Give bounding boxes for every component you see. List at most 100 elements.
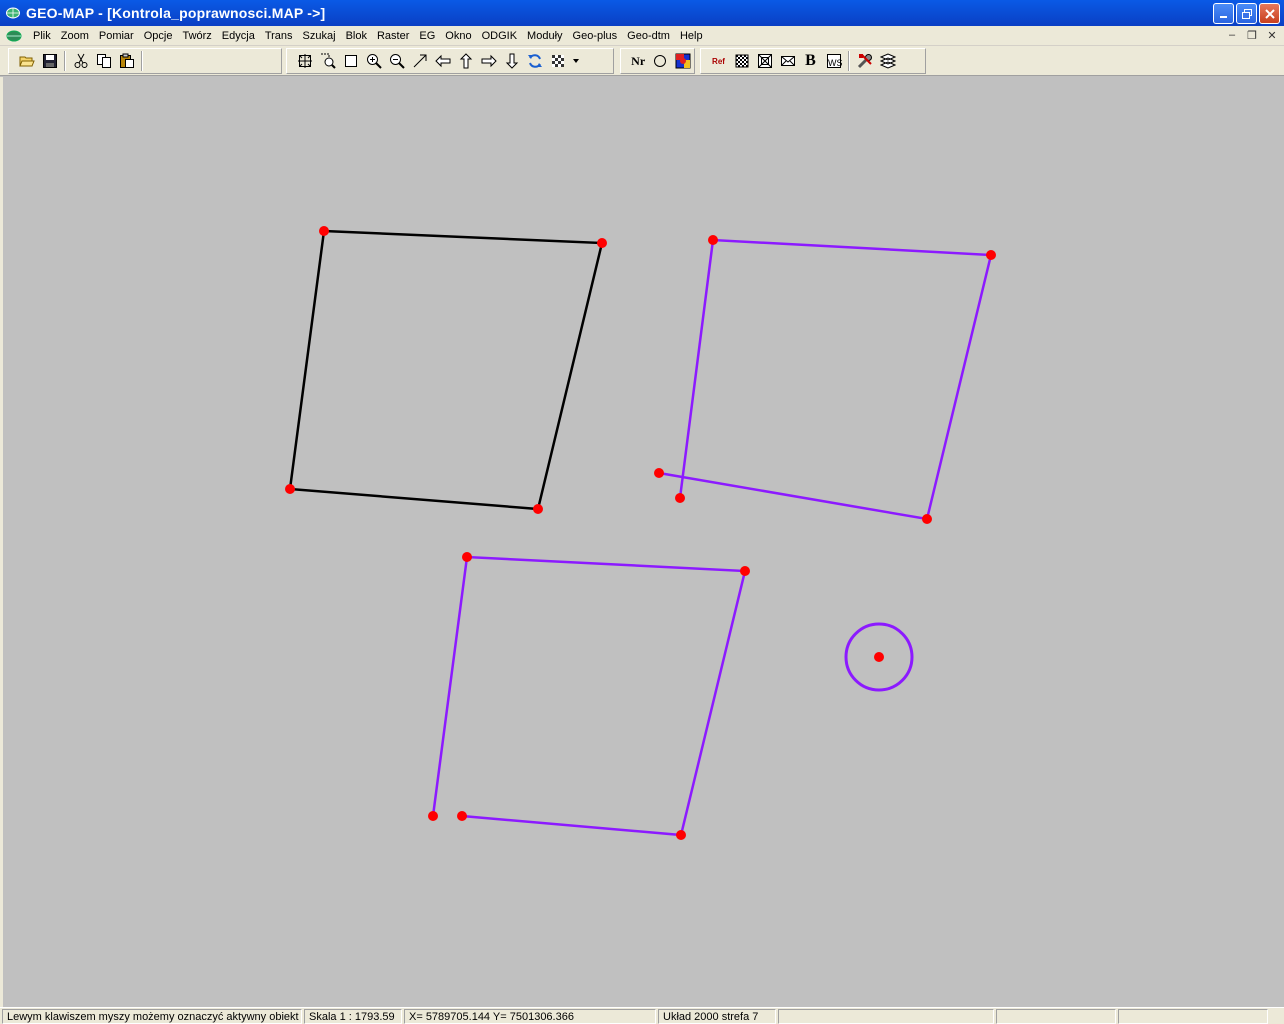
ref-button[interactable]: Ref xyxy=(707,50,730,72)
cut-icon[interactable] xyxy=(69,50,92,72)
menu-eg[interactable]: EG xyxy=(414,26,440,46)
bold-button[interactable]: B xyxy=(799,50,822,72)
dropdown-arrow-icon[interactable] xyxy=(569,50,583,72)
zoom-extents-icon[interactable] xyxy=(293,50,316,72)
close-button[interactable] xyxy=(1259,3,1280,24)
toolbar-file-group xyxy=(8,48,282,74)
tools-icon[interactable] xyxy=(853,50,876,72)
status-scale: Skala 1 : 1793.59 xyxy=(304,1008,402,1024)
status-panel-2 xyxy=(996,1008,1116,1024)
toolbar-separator xyxy=(64,51,66,71)
menu-pomiar[interactable]: Pomiar xyxy=(94,26,139,46)
window-controls xyxy=(1213,3,1280,24)
checker-icon[interactable] xyxy=(730,50,753,72)
polyline-purple-top-right[interactable] xyxy=(658,238,993,521)
menu-help[interactable]: Help xyxy=(675,26,708,46)
mdi-minimize-icon[interactable]: – xyxy=(1224,28,1240,42)
menu-opcje[interactable]: Opcje xyxy=(139,26,178,46)
menu-bar: Plik Zoom Pomiar Opcje Twórz Edycja Tran… xyxy=(0,26,1284,46)
window-title: GEO-MAP - [Kontrola_poprawnosci.MAP ->] xyxy=(26,5,326,21)
menu-szukaj[interactable]: Szukaj xyxy=(298,26,341,46)
pan-up-icon[interactable] xyxy=(454,50,477,72)
vertex-point[interactable] xyxy=(457,811,467,821)
minimize-icon xyxy=(1219,15,1227,18)
restore-button[interactable] xyxy=(1236,3,1257,24)
mdi-controls: – ❐ ✕ xyxy=(1224,28,1280,42)
copy-icon[interactable] xyxy=(92,50,115,72)
vertex-point[interactable] xyxy=(285,484,295,494)
toolbar-separator xyxy=(141,51,143,71)
status-coordinates: X= 5789705.144 Y= 7501306.366 xyxy=(404,1008,656,1024)
nr-label: Nr xyxy=(631,53,646,68)
pan-down-icon[interactable] xyxy=(500,50,523,72)
zoom-out-icon[interactable] xyxy=(385,50,408,72)
color-icon[interactable] xyxy=(672,50,694,72)
menu-plik[interactable]: Plik xyxy=(28,26,56,46)
zoom-window-icon[interactable] xyxy=(316,50,339,72)
vertex-point[interactable] xyxy=(533,504,543,514)
circle-center-point[interactable] xyxy=(874,652,884,662)
status-panel-3 xyxy=(1118,1008,1268,1024)
polygon-black[interactable] xyxy=(288,229,604,511)
menu-trans[interactable]: Trans xyxy=(260,26,298,46)
app-globe-icon xyxy=(5,5,21,21)
frame-icon[interactable] xyxy=(753,50,776,72)
menu-tworz[interactable]: Twórz xyxy=(177,26,216,46)
mdi-restore-icon[interactable]: ❐ xyxy=(1244,28,1260,42)
refresh-icon[interactable] xyxy=(523,50,546,72)
layers-icon[interactable] xyxy=(876,50,899,72)
vertex-point[interactable] xyxy=(654,468,664,478)
menu-geo-plus[interactable]: Geo-plus xyxy=(568,26,623,46)
restore-icon xyxy=(1241,8,1252,19)
bold-label: B xyxy=(805,52,816,69)
select-rect-icon[interactable] xyxy=(339,50,362,72)
toolbar-tools-group: Ref B WS xyxy=(700,48,926,74)
menu-edycja[interactable]: Edycja xyxy=(217,26,260,46)
save-icon[interactable] xyxy=(38,50,61,72)
menu-moduly[interactable]: Moduły xyxy=(522,26,567,46)
menu-blok[interactable]: Blok xyxy=(341,26,372,46)
vertex-group xyxy=(285,226,996,840)
vertex-point[interactable] xyxy=(462,552,472,562)
document-globe-icon[interactable] xyxy=(6,30,24,42)
map-drawing[interactable] xyxy=(3,77,1284,1007)
arrow-icon[interactable] xyxy=(408,50,431,72)
paste-icon[interactable] xyxy=(115,50,138,72)
nr-button[interactable]: Nr xyxy=(627,50,649,72)
zoom-in-icon[interactable] xyxy=(362,50,385,72)
menu-zoom[interactable]: Zoom xyxy=(56,26,94,46)
mdi-close-icon[interactable]: ✕ xyxy=(1264,28,1280,42)
status-hint: Lewym klawiszem myszy możemy oznaczyć ak… xyxy=(2,1008,302,1024)
vertex-point[interactable] xyxy=(676,830,686,840)
menu-odgik[interactable]: ODGIK xyxy=(477,26,522,46)
vertex-point[interactable] xyxy=(597,238,607,248)
vertex-point[interactable] xyxy=(675,493,685,503)
vertex-point[interactable] xyxy=(319,226,329,236)
toolbar-view-group xyxy=(286,48,614,74)
toolbar-separator xyxy=(848,51,850,71)
menu-raster[interactable]: Raster xyxy=(372,26,414,46)
vertex-point[interactable] xyxy=(428,811,438,821)
status-coordinate-system: Układ 2000 strefa 7 xyxy=(658,1008,776,1024)
circle-icon[interactable] xyxy=(649,50,671,72)
open-icon[interactable] xyxy=(15,50,38,72)
ws-icon[interactable]: WS xyxy=(822,50,845,72)
vertex-point[interactable] xyxy=(708,235,718,245)
svg-text:WS: WS xyxy=(828,58,842,68)
menu-geo-dtm[interactable]: Geo-dtm xyxy=(622,26,675,46)
map-canvas[interactable] xyxy=(0,77,1284,1007)
close-icon xyxy=(1264,8,1275,19)
envelope-icon[interactable] xyxy=(776,50,799,72)
pan-right-icon[interactable] xyxy=(477,50,500,72)
pattern-icon[interactable] xyxy=(546,50,569,72)
status-panel-1 xyxy=(778,1008,994,1024)
ref-label: Ref xyxy=(712,56,725,66)
pan-left-icon[interactable] xyxy=(431,50,454,72)
menu-okno[interactable]: Okno xyxy=(440,26,476,46)
vertex-point[interactable] xyxy=(986,250,996,260)
minimize-button[interactable] xyxy=(1213,3,1234,24)
vertex-point[interactable] xyxy=(740,566,750,576)
toolbar: Nr Ref B WS xyxy=(0,46,1284,76)
polyline-purple-bottom[interactable] xyxy=(431,555,747,837)
vertex-point[interactable] xyxy=(922,514,932,524)
